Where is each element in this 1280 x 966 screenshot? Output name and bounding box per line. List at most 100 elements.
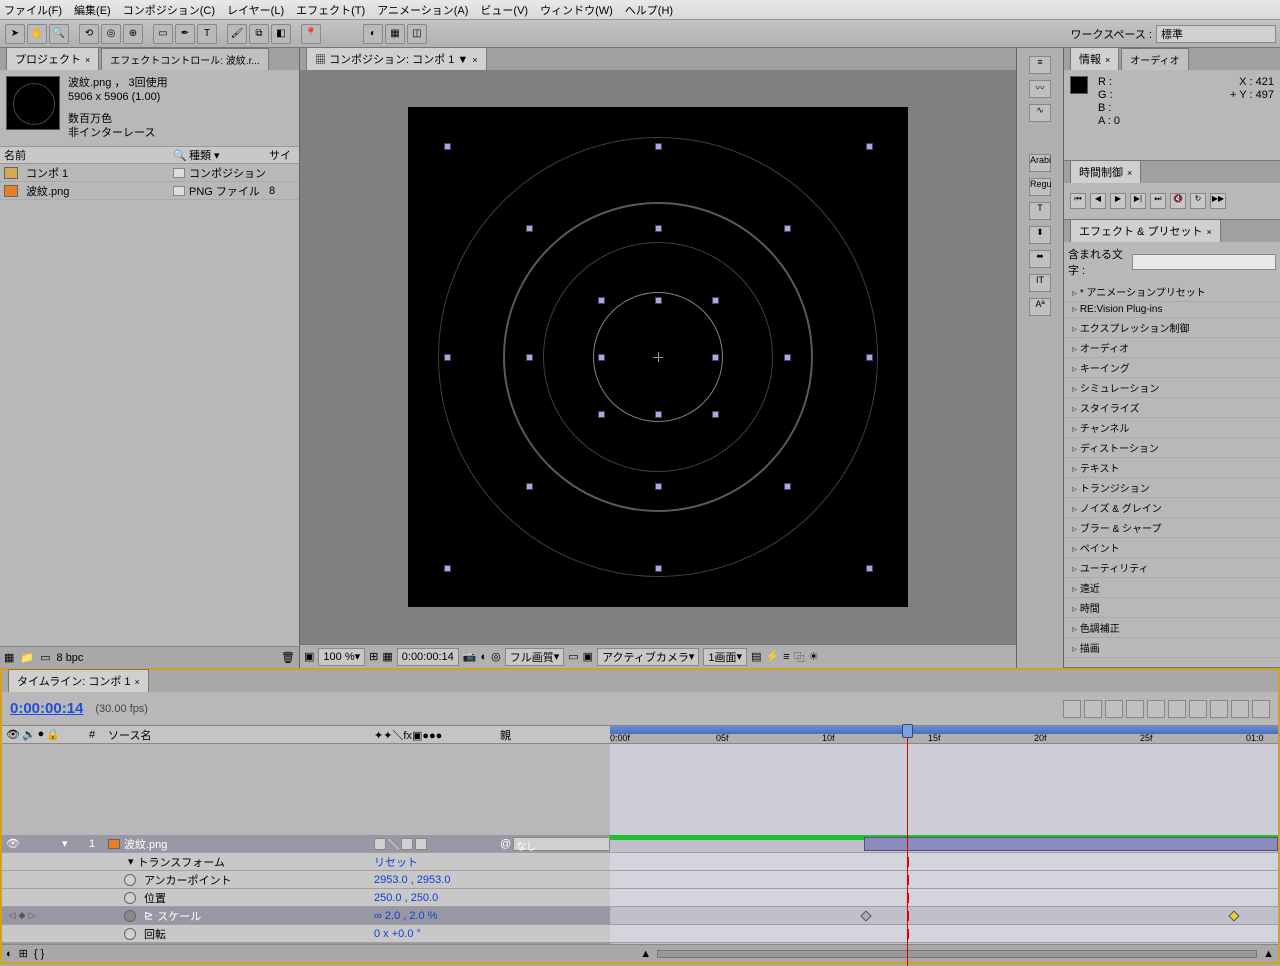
brush-tool-icon[interactable]: 🖌 bbox=[227, 24, 247, 44]
pan-behind-tool-icon[interactable]: ⊕ bbox=[123, 24, 143, 44]
tl-icon[interactable] bbox=[1063, 700, 1081, 718]
keyframe-diamond[interactable] bbox=[860, 910, 871, 921]
project-item-png[interactable]: 波紋.png PNG ファイル 8 bbox=[0, 182, 299, 200]
prev-frame-icon[interactable]: ◀ bbox=[1090, 193, 1106, 209]
effects-category[interactable]: 描画 bbox=[1064, 638, 1280, 658]
text-tool-icon[interactable]: T bbox=[197, 24, 217, 44]
channel-icon[interactable]: ◐ bbox=[480, 651, 487, 663]
effects-category[interactable]: オーディオ bbox=[1064, 338, 1280, 358]
rotation-tool-icon[interactable]: ⟲ bbox=[79, 24, 99, 44]
snapshot-icon[interactable]: 📷 bbox=[463, 650, 477, 663]
mute-icon[interactable]: 🔇 bbox=[1170, 193, 1186, 209]
scale-value[interactable]: ∞ 2.0 , 2.0 % bbox=[370, 910, 610, 922]
layer-handle[interactable] bbox=[655, 411, 662, 418]
current-time-display[interactable]: 0:00:00:14 bbox=[10, 700, 83, 717]
menu-window[interactable]: ウィンドウ(W) bbox=[540, 2, 613, 18]
zoom-out-icon[interactable]: ▲ bbox=[640, 948, 651, 960]
interpret-icon[interactable]: ▦ bbox=[4, 651, 14, 664]
layer-handle[interactable] bbox=[655, 565, 662, 572]
info-tab[interactable]: 情報× bbox=[1070, 47, 1119, 70]
effects-category[interactable]: シミュレーション bbox=[1064, 378, 1280, 398]
zoom-dropdown[interactable]: 100 % ▾ bbox=[318, 648, 365, 666]
layer-handle[interactable] bbox=[655, 483, 662, 490]
tl-icon[interactable] bbox=[1231, 700, 1249, 718]
rectangle-tool-icon[interactable]: ▭ bbox=[153, 24, 173, 44]
tl-icon[interactable] bbox=[1210, 700, 1228, 718]
next-kf-icon[interactable]: ▷ bbox=[28, 910, 35, 921]
menu-layer[interactable]: レイヤー(L) bbox=[227, 2, 284, 18]
pixel-aspect-icon[interactable]: ▤ bbox=[751, 650, 761, 663]
layer-handle[interactable] bbox=[655, 297, 662, 304]
effects-category[interactable]: キーイング bbox=[1064, 358, 1280, 378]
transform-group[interactable]: ▾ トランスフォーム リセット bbox=[2, 853, 1278, 871]
resolution-icon[interactable]: ⊞ bbox=[369, 650, 378, 663]
pen-tool-icon[interactable]: ✒ bbox=[175, 24, 195, 44]
col-source-name[interactable]: ソース名 bbox=[104, 727, 370, 743]
timeline-tab[interactable]: タイムライン: コンポ 1× bbox=[8, 669, 149, 692]
effects-category[interactable]: RE:Vision Plug-ins bbox=[1064, 302, 1280, 318]
prev-kf-icon[interactable]: ◁ bbox=[9, 910, 16, 921]
menu-animation[interactable]: アニメーション(A) bbox=[377, 2, 468, 18]
layer-handle[interactable] bbox=[526, 483, 533, 490]
project-tab[interactable]: プロジェクト× bbox=[6, 47, 99, 70]
text-size-icon[interactable]: T bbox=[1029, 202, 1051, 220]
stopwatch-icon[interactable] bbox=[124, 928, 136, 940]
exposure-icon[interactable]: ☀ bbox=[809, 650, 819, 663]
menu-composition[interactable]: コンポジション(C) bbox=[123, 2, 215, 18]
smoother-panel-icon[interactable]: 〰 bbox=[1029, 80, 1051, 98]
last-frame-icon[interactable]: ⏭ bbox=[1150, 193, 1166, 209]
stopwatch-icon[interactable] bbox=[124, 874, 136, 886]
zoom-slider[interactable] bbox=[657, 950, 1257, 958]
layer-handle[interactable] bbox=[444, 354, 451, 361]
anchor-value[interactable]: 2953.0 , 2953.0 bbox=[370, 874, 610, 886]
time-controls-tab[interactable]: 時間制御× bbox=[1070, 160, 1141, 183]
quality-dropdown[interactable]: フル画質 ▾ bbox=[505, 648, 565, 666]
effects-category[interactable]: 色調補正 bbox=[1064, 618, 1280, 638]
pickwhip-icon[interactable]: @ bbox=[500, 838, 511, 850]
zoom-in-icon[interactable]: ▲ bbox=[1263, 948, 1274, 960]
views-dropdown[interactable]: 1画面 ▾ bbox=[703, 648, 747, 666]
position-value[interactable]: 250.0 , 250.0 bbox=[370, 892, 610, 904]
keyframe-diamond[interactable] bbox=[1228, 910, 1239, 921]
workspace-dropdown[interactable]: 標準 bbox=[1156, 25, 1276, 43]
layer-handle[interactable] bbox=[444, 143, 451, 150]
bpc-toggle[interactable]: 8 bpc bbox=[57, 652, 84, 664]
folder-icon[interactable]: 📁 bbox=[20, 651, 34, 664]
tl-icon[interactable] bbox=[1105, 700, 1123, 718]
tl-icon[interactable] bbox=[1126, 700, 1144, 718]
effects-category[interactable]: ディストーション bbox=[1064, 438, 1280, 458]
reset-link[interactable]: リセット bbox=[370, 854, 610, 870]
play-icon[interactable]: ▶ bbox=[1110, 193, 1126, 209]
visibility-toggle[interactable]: 👁 bbox=[6, 837, 20, 850]
zoom-tool-icon[interactable]: 🔍 bbox=[49, 24, 69, 44]
toolbar-extra3-icon[interactable]: ◫ bbox=[407, 24, 427, 44]
hand-tool-icon[interactable]: ✋ bbox=[27, 24, 47, 44]
timecode-display[interactable]: 0:00:00:14 bbox=[397, 648, 459, 666]
toggle-mask-icon[interactable]: ▣ bbox=[583, 650, 593, 663]
layer-handle[interactable] bbox=[526, 225, 533, 232]
align-panel-icon[interactable]: ≡ bbox=[1029, 56, 1051, 74]
toolbar-extra2-icon[interactable]: ▦ bbox=[385, 24, 405, 44]
col-type[interactable]: 種類 ▾ bbox=[189, 147, 269, 163]
char-panel-mini[interactable]: Arabi bbox=[1029, 154, 1051, 172]
layer-handle[interactable] bbox=[655, 143, 662, 150]
effects-category[interactable]: トランジション bbox=[1064, 478, 1280, 498]
eraser-tool-icon[interactable]: ◧ bbox=[271, 24, 291, 44]
toggle-modes-icon[interactable]: ⊞ bbox=[19, 947, 28, 960]
grid-icon[interactable]: ▦ bbox=[382, 650, 392, 663]
tl-icon[interactable] bbox=[1252, 700, 1270, 718]
composition-canvas[interactable] bbox=[408, 107, 908, 607]
leading-icon[interactable]: ⬍ bbox=[1029, 226, 1051, 244]
scale-row[interactable]: ◁◆▷ ⊵ スケール ∞ 2.0 , 2.0 % bbox=[2, 907, 1278, 925]
col-size[interactable]: サイ bbox=[269, 147, 299, 163]
close-icon[interactable]: × bbox=[472, 55, 477, 65]
col-name[interactable]: 名前 bbox=[0, 147, 171, 163]
playhead[interactable] bbox=[907, 726, 908, 966]
puppet-tool-icon[interactable]: 📍 bbox=[301, 24, 321, 44]
new-comp-icon[interactable]: ▭ bbox=[40, 651, 50, 664]
effects-category[interactable]: ノイズ & グレイン bbox=[1064, 498, 1280, 518]
stopwatch-icon[interactable] bbox=[124, 910, 136, 922]
effects-category[interactable]: ペイント bbox=[1064, 538, 1280, 558]
selection-tool-icon[interactable]: ➤ bbox=[5, 24, 25, 44]
first-frame-icon[interactable]: ⏮ bbox=[1070, 193, 1086, 209]
